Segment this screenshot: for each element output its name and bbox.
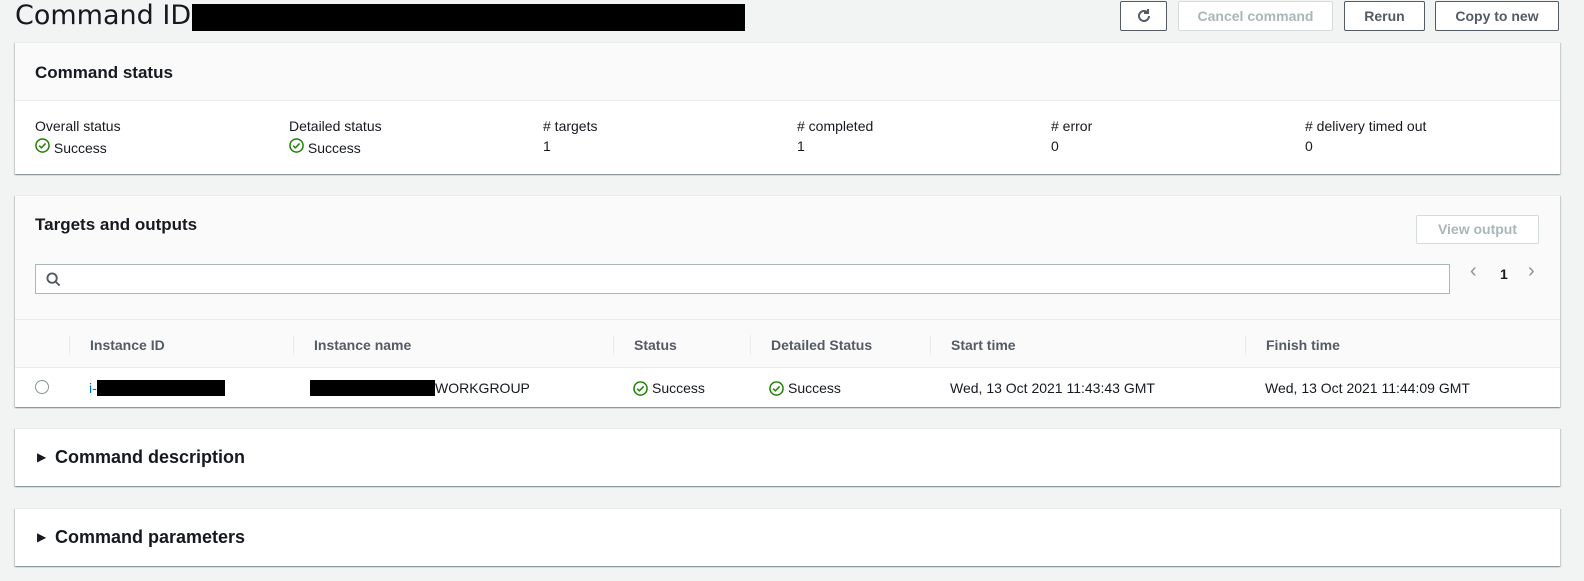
command-status-panel: Command status Overall status Success De… — [15, 42, 1560, 174]
stat-error: # error 0 — [1051, 118, 1092, 154]
column-header-detailed-status[interactable]: Detailed Status — [750, 335, 872, 355]
stat-targets: # targets 1 — [543, 118, 597, 154]
refresh-icon — [1137, 9, 1150, 22]
stat-label: Overall status — [35, 118, 121, 134]
cancel-command-button[interactable]: Cancel command — [1178, 1, 1333, 31]
stat-value-text: Success — [53, 140, 107, 156]
column-header-status[interactable]: Status — [613, 335, 677, 355]
page-header: Command ID: Cancel command Rerun Copy to… — [0, 0, 1584, 40]
targets-header: Targets and outputs View output ‹ 1 › — [15, 196, 1560, 320]
stat-value: 1 — [543, 138, 551, 154]
row-detailed-status: Success — [769, 380, 841, 396]
command-status-header: Command status — [15, 43, 1560, 101]
row-detailed-status-text: Success — [788, 380, 841, 396]
row-status-text: Success — [652, 380, 705, 396]
stat-label: Detailed status — [289, 118, 382, 134]
pagination-prev-icon[interactable]: ‹ — [1470, 260, 1477, 283]
search-input[interactable] — [35, 264, 1450, 294]
view-output-button[interactable]: View output — [1416, 215, 1539, 244]
column-header-instance-id[interactable]: Instance ID — [69, 335, 165, 355]
command-parameters-title[interactable]: Command parameters — [55, 527, 245, 548]
row-select-radio[interactable] — [35, 380, 49, 394]
stat-label: # completed — [797, 118, 874, 134]
row-status: Success — [633, 380, 705, 396]
table-header: Instance ID Instance name Status Detaile… — [15, 320, 1560, 368]
column-header-finish-time[interactable]: Finish time — [1245, 335, 1340, 355]
command-description-section[interactable]: ▶ Command description — [15, 428, 1560, 486]
page: Command ID: Cancel command Rerun Copy to… — [0, 0, 1584, 581]
redacted-instance-id — [96, 380, 225, 396]
stat-value: Success — [35, 138, 121, 156]
redacted-instance-name — [310, 380, 435, 396]
stat-value: 0 — [1305, 138, 1313, 154]
success-check-icon — [35, 138, 50, 153]
rerun-button[interactable]: Rerun — [1344, 1, 1425, 31]
row-finish-time: Wed, 13 Oct 2021 11:44:09 GMT — [1265, 380, 1470, 396]
targets-title: Targets and outputs — [35, 215, 198, 234]
redacted-command-id — [192, 4, 745, 31]
stat-label: # targets — [543, 118, 598, 134]
stat-value: 1 — [797, 138, 805, 154]
table-row[interactable]: i- WORKGROUP Success Success Wed, 13 Oct… — [15, 368, 1560, 408]
caret-right-icon: ▶ — [37, 450, 47, 464]
command-description-title[interactable]: Command description — [55, 447, 245, 468]
targets-outputs-panel: Targets and outputs View output ‹ 1 › In… — [15, 195, 1560, 407]
pagination-next-icon[interactable]: › — [1528, 260, 1535, 283]
stat-delivery-timed-out: # delivery timed out 0 — [1305, 118, 1426, 154]
success-check-icon — [633, 380, 648, 396]
copy-to-new-button[interactable]: Copy to new — [1435, 1, 1559, 31]
stat-value-text: Success — [307, 140, 361, 156]
stat-value: 0 — [1051, 138, 1059, 154]
instance-id-prefix: i- — [89, 380, 97, 396]
caret-right-icon: ▶ — [37, 530, 47, 544]
stat-label: # delivery timed out — [1305, 118, 1427, 134]
instance-name-suffix: WORKGROUP — [435, 380, 530, 396]
column-header-instance-name[interactable]: Instance name — [293, 335, 411, 355]
command-status-title: Command status — [35, 63, 173, 82]
success-check-icon — [289, 138, 304, 153]
success-check-icon — [769, 380, 784, 396]
stat-label: # error — [1051, 118, 1093, 134]
row-start-time: Wed, 13 Oct 2021 11:43:43 GMT — [950, 380, 1155, 396]
instance-id-link[interactable]: i- — [89, 380, 225, 396]
stat-completed: # completed 1 — [797, 118, 873, 154]
refresh-button[interactable] — [1120, 1, 1167, 31]
instance-name-cell: WORKGROUP — [310, 380, 530, 396]
stat-overall-status: Overall status Success — [35, 118, 121, 156]
stat-detailed-status: Detailed status Success — [289, 118, 382, 156]
page-title: Command ID: — [15, 0, 201, 31]
column-header-start-time[interactable]: Start time — [930, 335, 1016, 355]
search-icon — [46, 272, 61, 287]
command-parameters-section[interactable]: ▶ Command parameters — [15, 508, 1560, 566]
stat-value: Success — [289, 138, 382, 156]
pagination-page[interactable]: 1 — [1500, 266, 1508, 282]
